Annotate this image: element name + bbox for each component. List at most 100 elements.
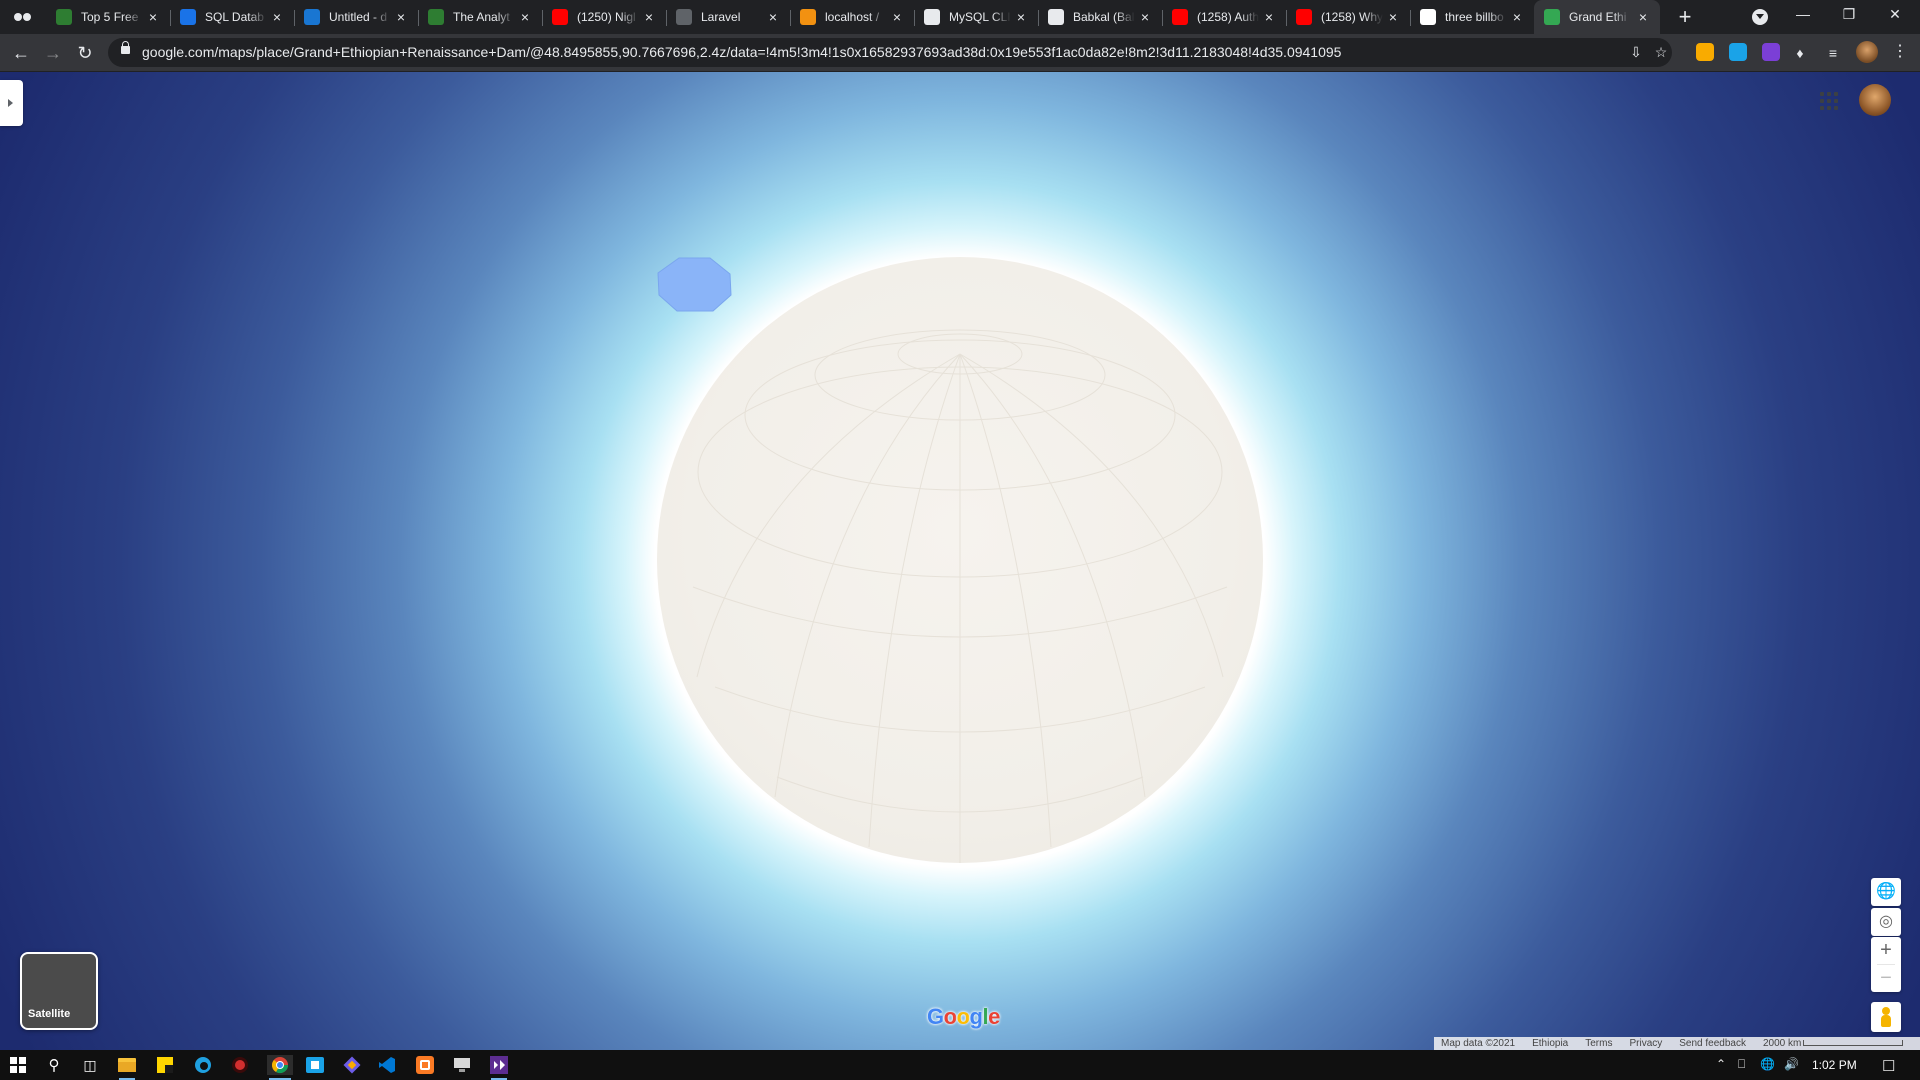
privacy-link[interactable]: Privacy: [1629, 1038, 1662, 1049]
collapse-side-panel-button[interactable]: [0, 80, 23, 126]
tab-close-icon[interactable]: ×: [1510, 10, 1524, 24]
tab-title: MySQL CLI: [949, 10, 1011, 24]
tab-close-icon[interactable]: ×: [766, 10, 780, 24]
tab-title: Laravel: [701, 10, 741, 24]
extension-badge-icon[interactable]: [1762, 43, 1780, 61]
maps-pin-icon: [1544, 9, 1560, 25]
browser-tab[interactable]: The Analyt ×: [418, 0, 542, 34]
google-apps-icon[interactable]: [1820, 92, 1838, 110]
share-icon: [304, 9, 320, 25]
recorder-app-icon[interactable]: [230, 1055, 250, 1075]
git-app-icon[interactable]: [342, 1055, 362, 1075]
browser-tab[interactable]: localhost / ×: [790, 0, 914, 34]
browser-tab[interactable]: MySQL CLI ×: [914, 0, 1038, 34]
lake-shape[interactable]: [657, 257, 732, 312]
youtube-icon: [1296, 9, 1312, 25]
url-text[interactable]: google.com/maps/place/Grand+Ethiopian+Re…: [142, 44, 1341, 60]
chrome-icon[interactable]: [267, 1055, 293, 1080]
edge-browser-icon[interactable]: [193, 1055, 213, 1075]
browser-tab[interactable]: Top 5 Free ×: [46, 0, 170, 34]
extension-translate-icon[interactable]: [1729, 43, 1747, 61]
reading-list-icon[interactable]: ≡: [1824, 44, 1842, 62]
tab-close-icon[interactable]: ×: [642, 10, 656, 24]
minimize-button[interactable]: —: [1780, 0, 1826, 30]
browser-tab[interactable]: Untitled - d ×: [294, 0, 418, 34]
tab-close-icon[interactable]: ×: [146, 10, 160, 24]
globe-icon: [676, 9, 692, 25]
account-avatar[interactable]: [1859, 84, 1891, 116]
pegman-street-view-icon[interactable]: [1871, 1002, 1901, 1032]
vscode-icon[interactable]: [377, 1055, 397, 1075]
more-menu-icon[interactable]: ⋮: [1892, 42, 1908, 62]
system-clock[interactable]: 1:02 PM: [1812, 1058, 1857, 1072]
tab-close-icon[interactable]: ×: [890, 10, 904, 24]
profile-switcher-icon[interactable]: [14, 9, 38, 25]
github-icon: [1048, 9, 1064, 25]
network-globe-icon[interactable]: 🌐: [1760, 1057, 1775, 1071]
tab-close-icon[interactable]: ×: [518, 10, 532, 24]
bookmark-star-icon[interactable]: ☆: [1652, 43, 1670, 61]
browser-tab[interactable]: three billbo ×: [1410, 0, 1534, 34]
map-canvas[interactable]: Satellite 🌐 ◎ + − Google Map data ©2021 …: [0, 72, 1920, 1050]
extensions-puzzle-icon[interactable]: ♦: [1791, 44, 1809, 62]
tab-close-icon[interactable]: ×: [270, 10, 284, 24]
network-app-icon[interactable]: [452, 1055, 472, 1075]
leaf-icon: [56, 9, 72, 25]
terms-link[interactable]: Terms: [1585, 1038, 1612, 1049]
tab-title: three billbo: [1445, 10, 1504, 24]
forward-arrow-icon[interactable]: →: [40, 40, 66, 66]
power-plug-icon[interactable]: ⎕: [1738, 1057, 1745, 1072]
install-app-icon[interactable]: ⇩: [1627, 43, 1645, 61]
notification-center-icon[interactable]: ☐: [1882, 1057, 1895, 1075]
browser-tab[interactable]: (1258) Why ×: [1286, 0, 1410, 34]
restore-button[interactable]: ❐: [1826, 0, 1872, 30]
tab-close-icon[interactable]: ×: [1014, 10, 1028, 24]
globe[interactable]: [657, 257, 1263, 863]
zoom-in-button[interactable]: +: [1871, 937, 1901, 964]
satellite-label: Satellite: [28, 1008, 71, 1020]
tab-search-icon[interactable]: [1752, 9, 1768, 25]
volume-icon[interactable]: 🔊: [1784, 1057, 1799, 1071]
tab-close-icon[interactable]: ×: [1138, 10, 1152, 24]
youtube-icon: [1172, 9, 1188, 25]
reload-icon[interactable]: ↻: [72, 40, 98, 66]
store-app-icon[interactable]: [305, 1055, 325, 1075]
tab-close-icon[interactable]: ×: [394, 10, 408, 24]
send-feedback-link[interactable]: Send feedback: [1679, 1038, 1746, 1049]
scale-label[interactable]: 2000 km: [1763, 1038, 1904, 1049]
search-icon[interactable]: ⚲: [44, 1055, 64, 1075]
task-view-icon[interactable]: ◫: [80, 1055, 100, 1075]
tab-close-icon[interactable]: ×: [1636, 10, 1650, 24]
browser-tab[interactable]: (1250) Nigl ×: [542, 0, 666, 34]
windows-start-icon[interactable]: [8, 1055, 28, 1075]
browser-tab[interactable]: (1258) Auth ×: [1162, 0, 1286, 34]
tab-title: localhost /: [825, 10, 880, 24]
globe-view-icon[interactable]: 🌐: [1871, 878, 1901, 906]
browser-tab[interactable]: SQL Datab ×: [170, 0, 294, 34]
satellite-layer-button[interactable]: Satellite: [20, 952, 98, 1030]
my-location-icon[interactable]: ◎: [1871, 908, 1901, 936]
profile-avatar[interactable]: [1856, 41, 1878, 63]
tab-close-icon[interactable]: ×: [1386, 10, 1400, 24]
address-bar[interactable]: google.com/maps/place/Grand+Ethiopian+Re…: [108, 38, 1672, 67]
back-arrow-icon[interactable]: ←: [8, 40, 34, 66]
browser-tab[interactable]: Babkal (Bal ×: [1038, 0, 1162, 34]
map-data-text: Map data ©2021: [1441, 1038, 1516, 1049]
show-hidden-icons-chevron[interactable]: ⌃: [1716, 1057, 1726, 1071]
file-explorer-icon[interactable]: [117, 1055, 137, 1080]
phpmyadmin-icon: [800, 9, 816, 25]
new-tab-button[interactable]: +: [1672, 4, 1698, 30]
browser-toolbar: ← → ↻ google.com/maps/place/Grand+Ethiop…: [0, 34, 1920, 72]
browser-tab[interactable]: Grand Ethi ×: [1534, 0, 1660, 34]
xampp-icon[interactable]: [415, 1055, 435, 1075]
tab-title: Untitled - d: [329, 10, 388, 24]
lock-icon[interactable]: [121, 41, 130, 54]
zoom-out-button[interactable]: −: [1871, 965, 1901, 992]
browser-tab[interactable]: Laravel ×: [666, 0, 790, 34]
sticky-notes-icon[interactable]: [155, 1055, 175, 1075]
tab-close-icon[interactable]: ×: [1262, 10, 1276, 24]
close-window-button[interactable]: ✕: [1872, 0, 1918, 30]
tab-title: Grand Ethi: [1569, 10, 1627, 24]
visual-studio-icon[interactable]: [489, 1055, 509, 1080]
extension-face-icon[interactable]: [1696, 43, 1714, 61]
